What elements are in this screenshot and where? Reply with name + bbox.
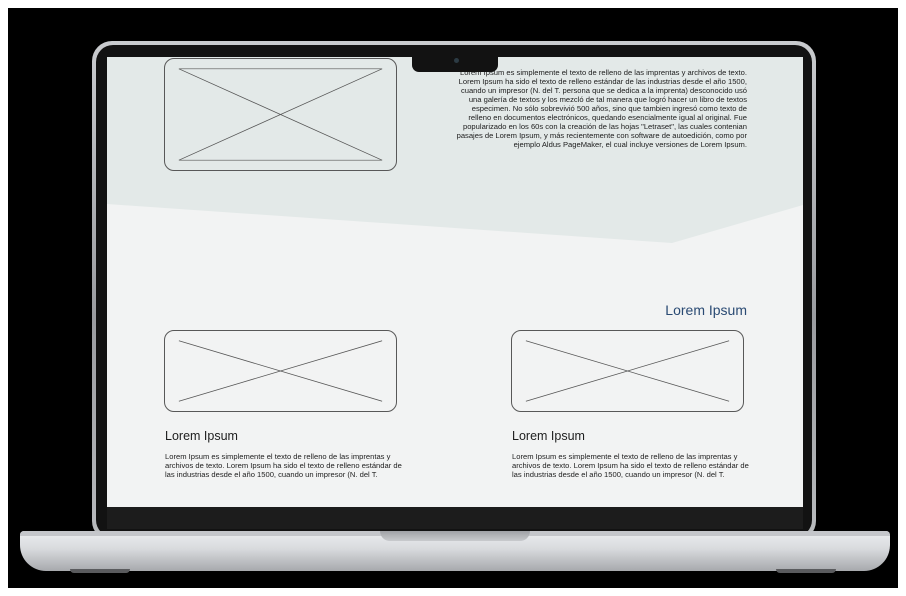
laptop-foot-right bbox=[776, 569, 836, 573]
image-placeholder-icon bbox=[178, 68, 383, 161]
card-2-image-placeholder bbox=[511, 330, 744, 412]
laptop-screen: Lorem Ipsum es simplemente el texto de r… bbox=[107, 57, 803, 507]
lid-opening-notch bbox=[380, 531, 530, 541]
image-placeholder-icon bbox=[525, 340, 730, 402]
section-heading: Lorem Ipsum bbox=[665, 301, 747, 318]
laptop-foot-left bbox=[70, 569, 130, 573]
screen-chin bbox=[107, 507, 803, 529]
card-1-text: Lorem Ipsum es simplemente el texto de r… bbox=[165, 452, 402, 480]
card-2-text: Lorem Ipsum es simplemente el texto de r… bbox=[512, 452, 749, 480]
hero-paragraph: Lorem Ipsum es simplemente el texto de r… bbox=[456, 67, 747, 150]
image-placeholder-icon bbox=[178, 340, 383, 402]
hero-image-placeholder bbox=[164, 58, 397, 171]
card-2-title: Lorem Ipsum bbox=[512, 429, 585, 443]
card-1-image-placeholder bbox=[164, 330, 397, 412]
camera-notch bbox=[412, 54, 498, 72]
webcam-icon bbox=[454, 58, 459, 63]
card-1-title: Lorem Ipsum bbox=[165, 429, 238, 443]
